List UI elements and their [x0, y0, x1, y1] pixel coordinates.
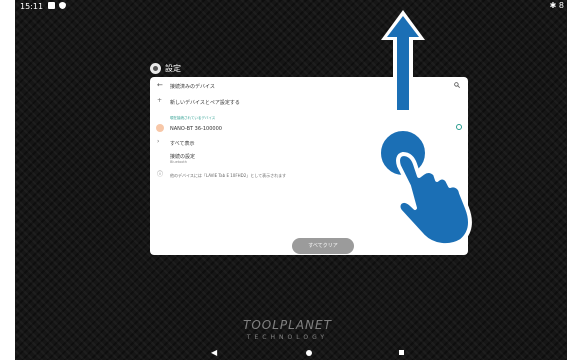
gear-icon: [150, 63, 161, 74]
nav-back-icon[interactable]: ◀: [211, 348, 217, 357]
section-label: 現在接続されているデバイス: [170, 116, 216, 120]
swipe-up-arrow-icon: [381, 10, 425, 113]
panel-title: 接続済みのデバイス: [170, 84, 215, 90]
hand-touch-icon: [377, 127, 472, 248]
clear-all-button[interactable]: すべてクリア: [292, 238, 354, 254]
swipe-gesture-overlay: [377, 10, 472, 248]
info-text: 他のデバイスには「LAVIE Tab E 10FHD2」として表示されます: [170, 173, 287, 178]
settings-title: 設定: [165, 64, 181, 73]
connection-prefs-sub: Bluetooth: [170, 160, 187, 164]
connection-prefs-label: 接続の設定: [170, 154, 196, 160]
see-all-label: すべて表示: [170, 141, 195, 147]
brand-main: TOOLPLANET: [243, 318, 332, 332]
device-name: NANO-BT 36-100000: [170, 126, 222, 132]
info-icon: ⓘ: [157, 171, 164, 178]
notification-icon: [48, 2, 55, 9]
back-arrow-icon[interactable]: ←: [157, 82, 163, 89]
status-bar: 15:11 ✱ 8: [15, 0, 567, 14]
settings-header: 設定: [150, 63, 181, 74]
pair-new-label: 新しいデバイスとペア設定する: [170, 100, 240, 106]
status-time: 15:11: [20, 2, 44, 11]
brand-logo: TOOLPLANET TECHNOLOGY: [243, 318, 332, 341]
chevron-right-icon: ›: [157, 138, 160, 145]
nav-home-icon[interactable]: [306, 350, 312, 356]
plus-icon: +: [157, 97, 163, 104]
brand-sub: TECHNOLOGY: [246, 334, 329, 341]
navigation-bar: ◀: [15, 348, 567, 360]
status-indicators: ✱ 8: [549, 1, 564, 10]
nav-recents-icon[interactable]: [399, 350, 404, 355]
bluetooth-device-icon: [156, 124, 164, 132]
tablet-screen: 15:11 ✱ 8 設定 ← 接続済みのデバイス + 新しいデバイスとペア設定す…: [15, 0, 567, 360]
shield-icon: [59, 2, 66, 9]
